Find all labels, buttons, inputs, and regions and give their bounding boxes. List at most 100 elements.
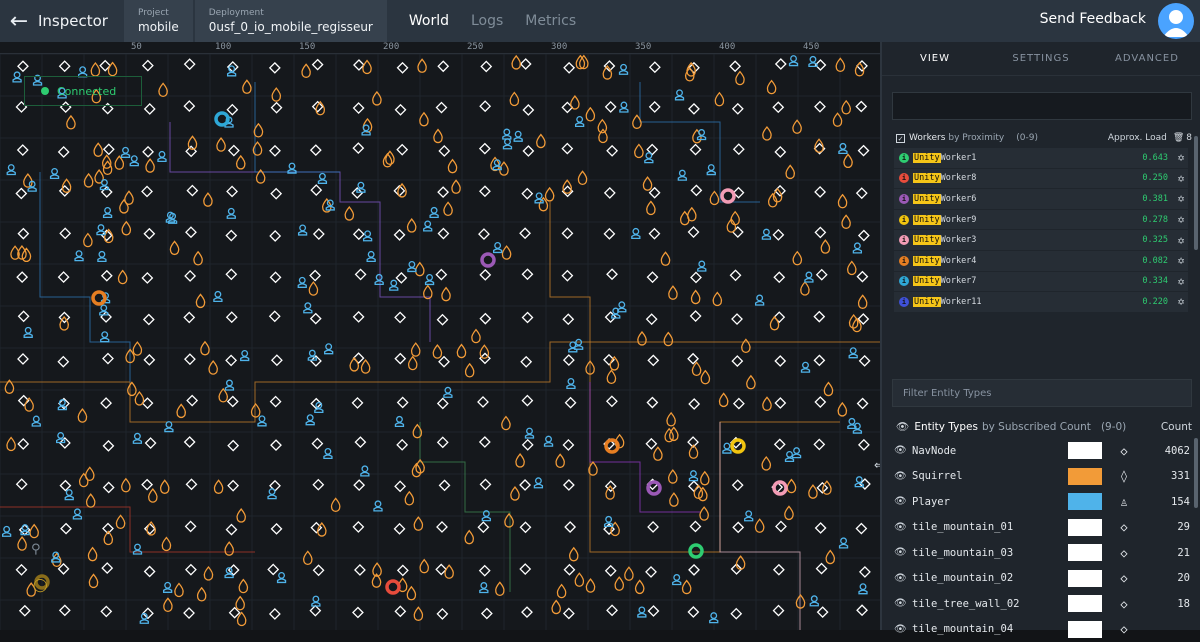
worker-row[interactable]: iUnityWorker60.381✡ — [894, 189, 1188, 210]
workers-sort-label[interactable]: by Proximity — [948, 133, 1004, 143]
entity-color-swatch[interactable] — [1068, 468, 1102, 485]
squirrel-marker — [457, 345, 465, 358]
worker-row[interactable]: iUnityWorker70.334✡ — [894, 272, 1188, 293]
entity-type-row[interactable]: 👁NavNode◇4062 — [894, 438, 1190, 464]
squirrel-marker — [254, 124, 262, 137]
eye-icon[interactable]: 👁 — [894, 471, 912, 482]
user-avatar[interactable] — [1158, 3, 1194, 39]
squirrel-marker — [578, 171, 586, 184]
worker-info-icon[interactable]: i — [899, 215, 909, 225]
eye-icon[interactable]: 👁 — [896, 420, 909, 433]
player-marker — [723, 450, 731, 454]
connection-status: Connected — [24, 76, 142, 106]
trash-icon[interactable]: 🗑 — [1173, 133, 1184, 143]
entity-type-row[interactable]: 👁tile_tree_wall_02◇18 — [894, 591, 1190, 617]
nav-world[interactable]: World — [409, 13, 449, 29]
squirrel-marker — [204, 567, 212, 580]
worker-row[interactable]: iUnityWorker80.250✡ — [894, 169, 1188, 190]
worker-info-icon[interactable]: i — [899, 153, 909, 163]
crosshair-icon[interactable]: ✡ — [1174, 192, 1188, 205]
entity-glyph-icon[interactable]: ◇ — [1116, 546, 1132, 560]
squirrel-marker — [516, 454, 524, 467]
entity-type-row[interactable]: 👁tile_mountain_01◇29 — [894, 515, 1190, 541]
entity-type-row[interactable]: 👁tile_mountain_04◇ — [894, 617, 1190, 642]
entity-glyph-icon[interactable]: ♙ — [1116, 495, 1132, 509]
map-canvas[interactable] — [0, 42, 880, 630]
panel-search-input[interactable] — [892, 92, 1192, 120]
zoom-icon[interactable]: ⚲ — [31, 542, 41, 557]
entity-type-row[interactable]: 👁tile_mountain_02◇20 — [894, 566, 1190, 592]
entity-glyph-icon[interactable]: ◊ — [1116, 469, 1132, 483]
navnode-marker — [814, 312, 824, 322]
tab-advanced[interactable]: ADVANCED — [1094, 53, 1200, 64]
deployment-selector[interactable]: Deployment 0usf_0_io_mobile_regisseur — [195, 0, 387, 42]
entity-type-row[interactable]: 👁Squirrel◊331 — [894, 464, 1190, 490]
squirrel-marker — [94, 143, 102, 156]
player-marker — [214, 298, 222, 302]
eye-icon[interactable]: 👁 — [894, 573, 912, 584]
entity-type-row[interactable]: 👁tile_mountain_03◇21 — [894, 540, 1190, 566]
eye-icon[interactable]: 👁 — [894, 496, 912, 507]
crosshair-icon[interactable]: ✡ — [1174, 213, 1188, 226]
entity-type-row[interactable]: 👁Player♙154 — [894, 489, 1190, 515]
nav-metrics[interactable]: Metrics — [525, 13, 576, 29]
entity-range: (9-0) — [1101, 421, 1126, 433]
worker-info-icon[interactable]: i — [899, 297, 909, 307]
navnode-marker — [479, 229, 489, 239]
world-map[interactable]: 50 100 150 200 250 300 350 400 450 Conne… — [0, 42, 880, 630]
squirrel-marker — [571, 96, 579, 109]
workers-checkbox[interactable]: ✓ — [896, 134, 905, 143]
worker-info-icon[interactable]: i — [899, 276, 909, 286]
entity-color-swatch[interactable] — [1068, 544, 1102, 561]
player-marker — [803, 362, 809, 368]
entity-color-swatch[interactable] — [1068, 493, 1102, 510]
user-icon — [1158, 3, 1194, 39]
eye-icon[interactable]: 👁 — [894, 598, 912, 609]
worker-row[interactable]: iUnityWorker110.220✡ — [894, 292, 1188, 313]
worker-row[interactable]: iUnityWorker30.325✡ — [894, 230, 1188, 251]
back-arrow-icon[interactable]: ← — [0, 0, 38, 42]
entity-scrollbar[interactable] — [1194, 438, 1198, 508]
entity-color-swatch[interactable] — [1068, 595, 1102, 612]
locate-icon[interactable]: ◯ — [33, 578, 48, 593]
navnode-marker — [60, 605, 70, 615]
worker-info-icon[interactable]: i — [899, 235, 909, 245]
send-feedback-button[interactable]: Send Feedback — [1040, 11, 1146, 27]
crosshair-icon[interactable]: ✡ — [1174, 295, 1188, 308]
eye-icon[interactable]: 👁 — [894, 624, 912, 635]
tab-view[interactable]: VIEW — [882, 53, 988, 64]
nav-logs[interactable]: Logs — [471, 13, 503, 29]
worker-row[interactable]: iUnityWorker40.082✡ — [894, 251, 1188, 272]
crosshair-icon[interactable]: ✡ — [1174, 234, 1188, 247]
filter-entity-types-input[interactable]: Filter Entity Types — [892, 379, 1192, 407]
navnode-marker — [691, 145, 701, 155]
project-selector[interactable]: Project mobile — [124, 0, 193, 42]
entity-color-swatch[interactable] — [1068, 442, 1102, 459]
tab-settings[interactable]: SETTINGS — [988, 53, 1094, 64]
eye-icon[interactable]: 👁 — [894, 445, 912, 456]
worker-row[interactable]: iUnityWorker10.643✡ — [894, 148, 1188, 169]
eye-icon[interactable]: 👁 — [894, 547, 912, 558]
crosshair-icon[interactable]: ✡ — [1174, 151, 1188, 164]
worker-info-icon[interactable]: i — [899, 256, 909, 266]
crosshair-icon[interactable]: ✡ — [1174, 172, 1188, 185]
navnode-marker — [396, 273, 406, 283]
crosshair-icon[interactable]: ✡ — [1174, 254, 1188, 267]
entity-sort-label[interactable]: by Subscribed Count — [982, 421, 1091, 433]
squirrel-marker — [414, 607, 422, 620]
crosshair-icon[interactable]: ✡ — [1174, 275, 1188, 288]
worker-info-icon[interactable]: i — [899, 173, 909, 183]
entity-color-swatch[interactable] — [1068, 570, 1102, 587]
ruler-tick: 350 — [635, 42, 651, 52]
eye-icon[interactable]: 👁 — [894, 522, 912, 533]
entity-color-swatch[interactable] — [1068, 519, 1102, 536]
workers-scrollbar[interactable] — [1194, 136, 1198, 250]
entity-glyph-icon[interactable]: ◇ — [1116, 622, 1132, 636]
entity-glyph-icon[interactable]: ◇ — [1116, 597, 1132, 611]
entity-glyph-icon[interactable]: ◇ — [1116, 571, 1132, 585]
entity-glyph-icon[interactable]: ◇ — [1116, 444, 1132, 458]
worker-row[interactable]: iUnityWorker90.278✡ — [894, 210, 1188, 231]
entity-glyph-icon[interactable]: ◇ — [1116, 520, 1132, 534]
worker-info-icon[interactable]: i — [899, 194, 909, 204]
entity-color-swatch[interactable] — [1068, 621, 1102, 638]
